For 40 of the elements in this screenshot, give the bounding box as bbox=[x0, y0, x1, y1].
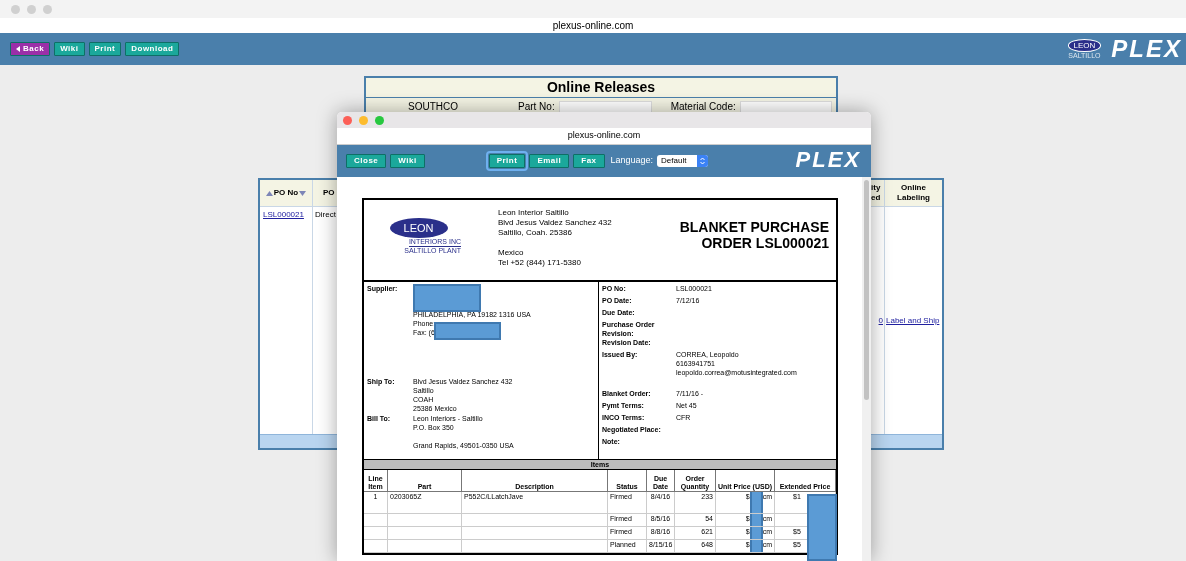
sort-up-icon[interactable] bbox=[265, 190, 273, 196]
document-title: ORDER LSL000021 bbox=[701, 235, 829, 251]
po-number-link[interactable]: LSL000021 bbox=[263, 210, 304, 219]
address-bar-url[interactable]: plexus-online.com bbox=[552, 18, 634, 33]
company-address-line: Saltillo, Coah. 25386 bbox=[498, 228, 573, 238]
plex-logo: PLEX bbox=[795, 146, 861, 172]
stepper-arrows-icon bbox=[697, 155, 709, 167]
column-header[interactable]: PO No bbox=[260, 180, 312, 207]
table-cell bbox=[364, 540, 388, 553]
panel-title: Online Releases bbox=[546, 78, 656, 97]
company-address-line: Leon Interior Saltillo bbox=[498, 208, 570, 218]
company-contact-line: Mexico bbox=[498, 248, 525, 258]
column-header[interactable]: ity ed bbox=[871, 180, 884, 207]
supplier-name: SOUTHCO bbox=[408, 100, 459, 114]
language-select[interactable]: Default bbox=[657, 155, 709, 167]
document-title: BLANKET PURCHASE bbox=[679, 219, 829, 235]
table-cell: Direct bbox=[315, 210, 336, 219]
column-header[interactable]: Online Labeling bbox=[885, 180, 942, 207]
redaction-block bbox=[434, 322, 501, 340]
sort-down-icon[interactable] bbox=[299, 190, 307, 196]
redaction-block bbox=[749, 540, 763, 552]
redaction-block bbox=[749, 527, 763, 539]
label-and-ship-link[interactable]: Label and Ship bbox=[886, 314, 940, 327]
table-cell bbox=[364, 527, 388, 540]
language-label: Language: bbox=[610, 154, 654, 168]
field-label: Part No: bbox=[518, 100, 555, 114]
field-label: Material Code: bbox=[670, 100, 736, 114]
plex-logo: PLEX bbox=[1111, 37, 1182, 61]
input-field[interactable] bbox=[558, 100, 652, 113]
left-triangle-icon bbox=[16, 46, 20, 52]
address-bar-url[interactable]: plexus-online.com bbox=[567, 129, 641, 143]
company-address-line: Blvd Jesus Valdez Sanchez 432 bbox=[498, 218, 612, 228]
redaction-block bbox=[807, 494, 837, 561]
company-contact-line: Tel +52 (844) 171-5380 bbox=[498, 258, 582, 268]
input-field[interactable] bbox=[739, 100, 832, 113]
quantity-link[interactable]: 0 bbox=[878, 314, 883, 327]
toolbar-button[interactable]: Back bbox=[10, 42, 51, 56]
table-cell bbox=[364, 514, 388, 527]
scrollbar[interactable] bbox=[862, 177, 871, 561]
redaction-block bbox=[413, 284, 481, 312]
